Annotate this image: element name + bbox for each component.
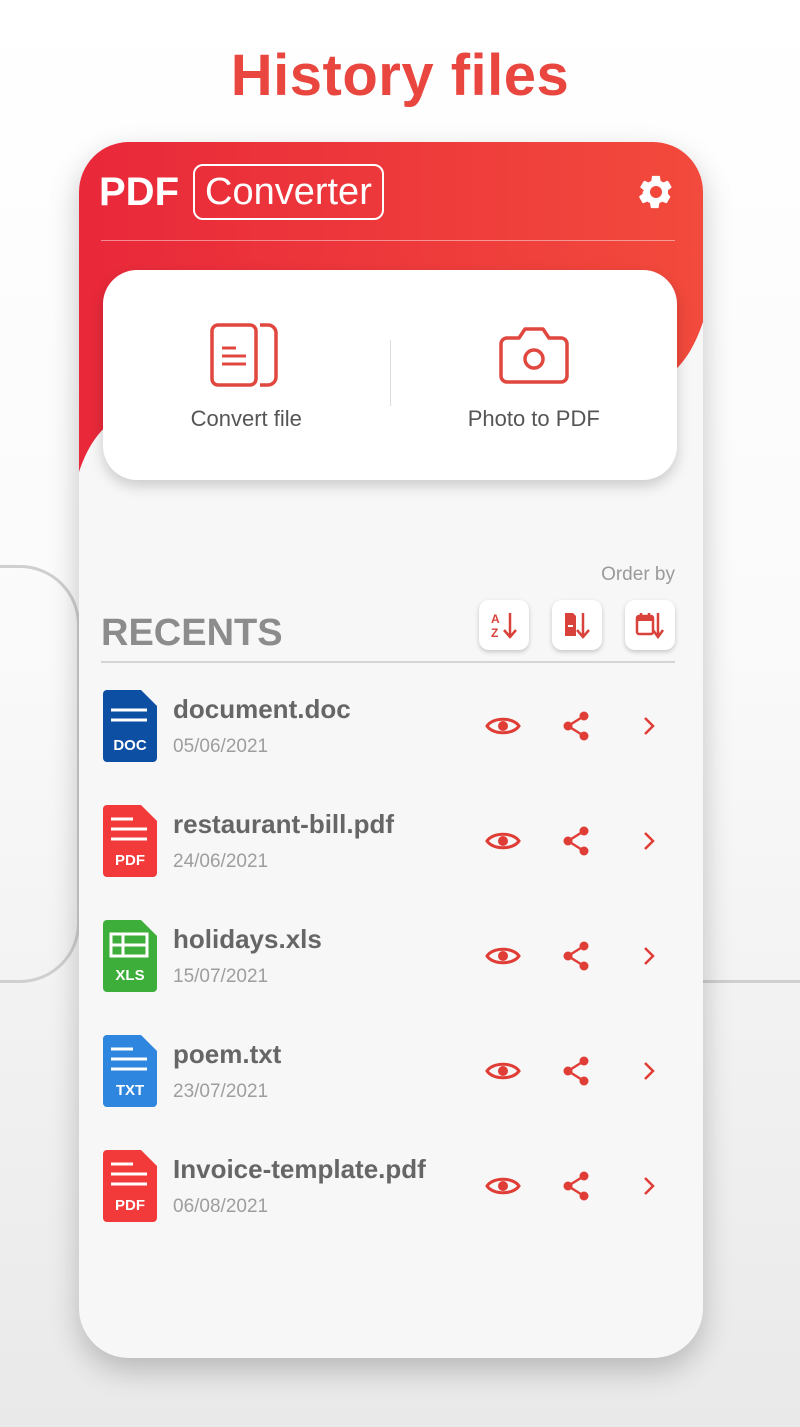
file-row[interactable]: XLS holidays.xls 15/07/2021 (79, 912, 703, 1027)
recents-heading: RECENTS (101, 612, 283, 654)
chevron-right-icon (644, 1177, 655, 1195)
share-button[interactable] (556, 1053, 596, 1089)
order-by-label: Order by (601, 564, 675, 585)
recents-divider (101, 661, 675, 663)
view-button[interactable] (483, 823, 523, 859)
sort-alpha-icon: A Z (491, 612, 517, 640)
convert-file-label: Convert file (190, 406, 302, 431)
file-date: 15/07/2021 (173, 966, 269, 987)
photo-to-pdf-button[interactable]: Photo to PDF (391, 270, 678, 480)
eye-icon (485, 717, 521, 735)
doc-file-icon: DOC (103, 690, 157, 762)
file-row[interactable]: PDF restaurant-bill.pdf 24/06/2021 (79, 797, 703, 912)
open-button[interactable] (629, 938, 669, 974)
share-button[interactable] (556, 708, 596, 744)
file-date: 23/07/2021 (173, 1081, 269, 1102)
app-logo: PDF Converter (99, 164, 384, 220)
file-name: document.doc (173, 694, 351, 724)
document-icon (210, 323, 278, 387)
view-button[interactable] (483, 938, 523, 974)
view-button[interactable] (483, 708, 523, 744)
decorative-line (690, 980, 800, 983)
txt-file-icon: TXT (103, 1035, 157, 1107)
promo-title: History files (230, 43, 570, 108)
sort-alphabetical-button[interactable]: A Z (479, 600, 529, 650)
gear-icon (639, 175, 672, 209)
share-icon (563, 1056, 589, 1086)
decorative-outline (0, 565, 80, 983)
svg-text:PDF: PDF (115, 1197, 145, 1214)
share-button[interactable] (556, 938, 596, 974)
eye-icon (485, 947, 521, 965)
chevron-right-icon (644, 832, 655, 850)
svg-text:A: A (491, 612, 500, 626)
share-button[interactable] (556, 1168, 596, 1204)
view-button[interactable] (483, 1168, 523, 1204)
pdf-file-icon: PDF (103, 1150, 157, 1222)
share-icon (563, 826, 589, 856)
chevron-right-icon (644, 947, 655, 965)
share-icon (563, 1171, 589, 1201)
file-date: 24/06/2021 (173, 851, 269, 872)
open-button[interactable] (629, 1053, 669, 1089)
share-icon (563, 941, 589, 971)
chevron-right-icon (644, 717, 655, 735)
sort-date-icon (635, 613, 665, 640)
view-button[interactable] (483, 1053, 523, 1089)
xls-file-icon: XLS (103, 920, 157, 992)
file-row[interactable]: TXT poem.txt 23/07/2021 (79, 1027, 703, 1142)
convert-file-button[interactable]: Convert file (103, 270, 390, 480)
sort-type-icon (565, 613, 590, 639)
sort-type-button[interactable] (552, 600, 602, 650)
svg-text:XLS: XLS (115, 967, 144, 984)
svg-text:PDF: PDF (115, 852, 145, 869)
pdf-file-icon: PDF (103, 805, 157, 877)
camera-icon (499, 327, 569, 384)
eye-icon (485, 1062, 521, 1080)
sort-date-button[interactable] (625, 600, 675, 650)
chevron-right-icon (644, 1062, 655, 1080)
eye-icon (485, 1177, 521, 1195)
file-date: 05/06/2021 (173, 736, 269, 757)
logo-pdf-text: PDF (99, 169, 179, 214)
photo-to-pdf-label: Photo to PDF (467, 406, 600, 431)
file-row[interactable]: PDF Invoice-template.pdf 06/08/2021 (79, 1142, 703, 1257)
svg-text:DOC: DOC (113, 737, 147, 754)
quick-actions-card: Convert file Photo to PDF (103, 270, 677, 480)
share-button[interactable] (556, 823, 596, 859)
file-row[interactable]: DOC document.doc 05/06/2021 (79, 682, 703, 797)
settings-button[interactable] (636, 172, 676, 212)
open-button[interactable] (629, 823, 669, 859)
open-button[interactable] (629, 1168, 669, 1204)
recent-files-list: DOC document.doc 05/06/2021 PDF restaura… (79, 682, 703, 1257)
file-name: Invoice-template.pdf (173, 1154, 426, 1184)
svg-text:TXT: TXT (116, 1082, 144, 1099)
logo-converter-text: Converter (193, 164, 384, 220)
eye-icon (485, 832, 521, 850)
file-name: holidays.xls (173, 924, 322, 954)
file-name: restaurant-bill.pdf (173, 809, 395, 839)
header-divider (101, 240, 675, 241)
file-name: poem.txt (173, 1039, 282, 1069)
file-date: 06/08/2021 (173, 1196, 269, 1217)
svg-text:Z: Z (491, 626, 498, 640)
open-button[interactable] (629, 708, 669, 744)
phone-frame: PDF Converter Convert file Photo to PDF … (79, 142, 703, 1358)
share-icon (563, 711, 589, 741)
